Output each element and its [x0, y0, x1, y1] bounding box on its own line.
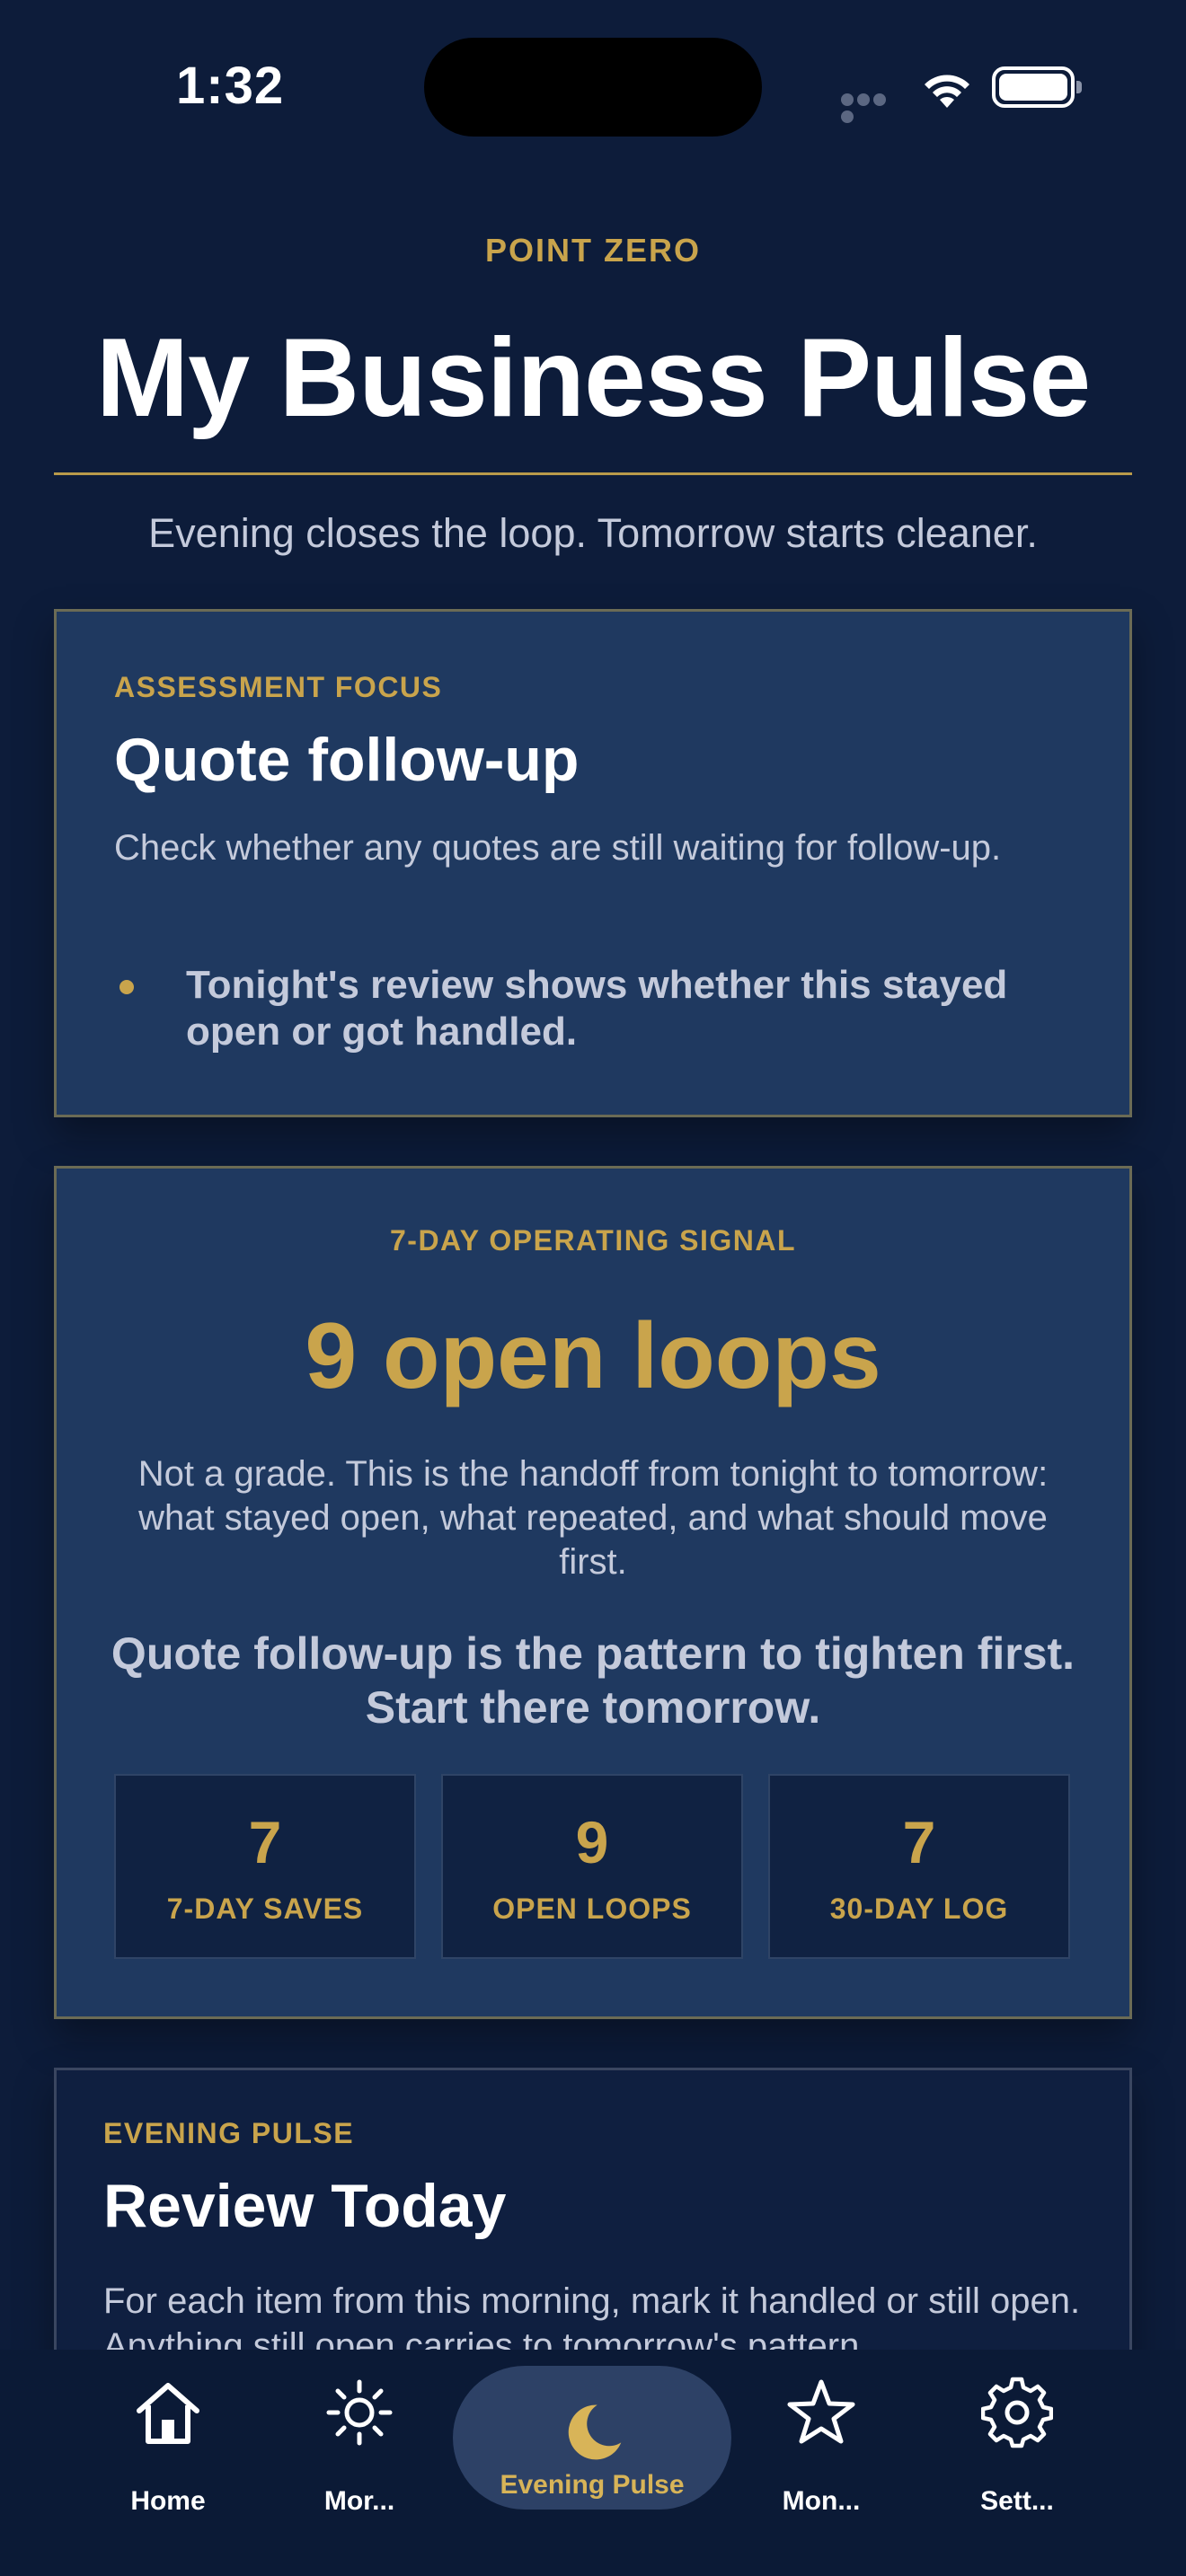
- page-title: My Business Pulse: [95, 316, 1091, 440]
- assessment-focus-card: ASSESSMENT FOCUS Quote follow-up Check w…: [54, 609, 1132, 1117]
- evening-card-title: Review Today: [103, 2172, 507, 2240]
- focus-card-title: Quote follow-up: [114, 726, 580, 794]
- tab-label: Evening Pulse: [500, 2470, 685, 2500]
- page-subtitle: Evening closes the loop. Tomorrow starts…: [148, 510, 1038, 556]
- status-time: 1:32: [176, 57, 285, 115]
- bullet-dot-icon: [119, 980, 134, 994]
- evening-card-label: EVENING PULSE: [103, 2117, 355, 2149]
- stat-value: 9: [575, 1809, 609, 1875]
- tab-label: Mon...: [782, 2486, 861, 2516]
- stat-label: OPEN LOOPS: [492, 1892, 692, 1925]
- signal-headline-value: 9 open loops: [305, 1304, 881, 1408]
- status-bar: 1:32: [0, 0, 1186, 171]
- moon-icon: [568, 2404, 622, 2460]
- dynamic-island: [424, 38, 762, 137]
- operating-signal-card: 7-DAY OPERATING SIGNAL 9 open loops Not …: [54, 1166, 1132, 2019]
- tab-monthly[interactable]: Mon...: [749, 2350, 893, 2529]
- tab-label: Sett...: [980, 2486, 1054, 2516]
- signal-card-label: 7-DAY OPERATING SIGNAL: [389, 1224, 797, 1257]
- stat-value: 7: [902, 1809, 936, 1875]
- stat-tile-30-day-log: 7 30-DAY LOG: [768, 1774, 1070, 1959]
- brand-eyebrow: POINT ZERO: [484, 232, 701, 269]
- cellular-signal-icon: [841, 93, 904, 123]
- screen: 1:32 POINT ZERO My Business Pulse Evenin…: [0, 0, 1186, 2576]
- wifi-icon: [925, 75, 969, 108]
- stat-label: 7-DAY SAVES: [166, 1892, 364, 1925]
- tab-label: Home: [130, 2486, 206, 2516]
- sun-icon: [326, 2379, 393, 2446]
- battery-icon: [992, 66, 1082, 108]
- signal-card-description: Not a grade. This is the handoff from to…: [137, 1454, 1049, 1582]
- stat-value: 7: [248, 1809, 282, 1875]
- focus-card-label: ASSESSMENT FOCUS: [114, 671, 443, 703]
- stat-label: 30-DAY LOG: [829, 1892, 1009, 1925]
- tab-settings[interactable]: Sett...: [945, 2350, 1089, 2529]
- signal-card-callout: Quote follow-up is the pattern to tighte…: [111, 1628, 1075, 1733]
- title-divider: [54, 472, 1132, 475]
- tab-home[interactable]: Home: [96, 2350, 240, 2529]
- stat-tile-7-day-saves: 7 7-DAY SAVES: [114, 1774, 416, 1959]
- home-icon: [137, 2383, 199, 2444]
- focus-card-description: Check whether any quotes are still waiti…: [114, 828, 1002, 868]
- gear-icon: [981, 2377, 1053, 2448]
- tab-morning[interactable]: Mor...: [288, 2350, 431, 2529]
- focus-card-bullet: Tonight's review shows whether this stay…: [186, 963, 1008, 1054]
- tab-label: Mor...: [323, 2486, 395, 2516]
- stat-tile-open-loops: 9 OPEN LOOPS: [441, 1774, 743, 1959]
- tab-bar: Home Mor... Evening Pulse Mon... Sett...: [0, 2350, 1186, 2576]
- star-icon: [787, 2379, 855, 2444]
- tab-evening-pulse[interactable]: Evening Pulse: [453, 2366, 731, 2510]
